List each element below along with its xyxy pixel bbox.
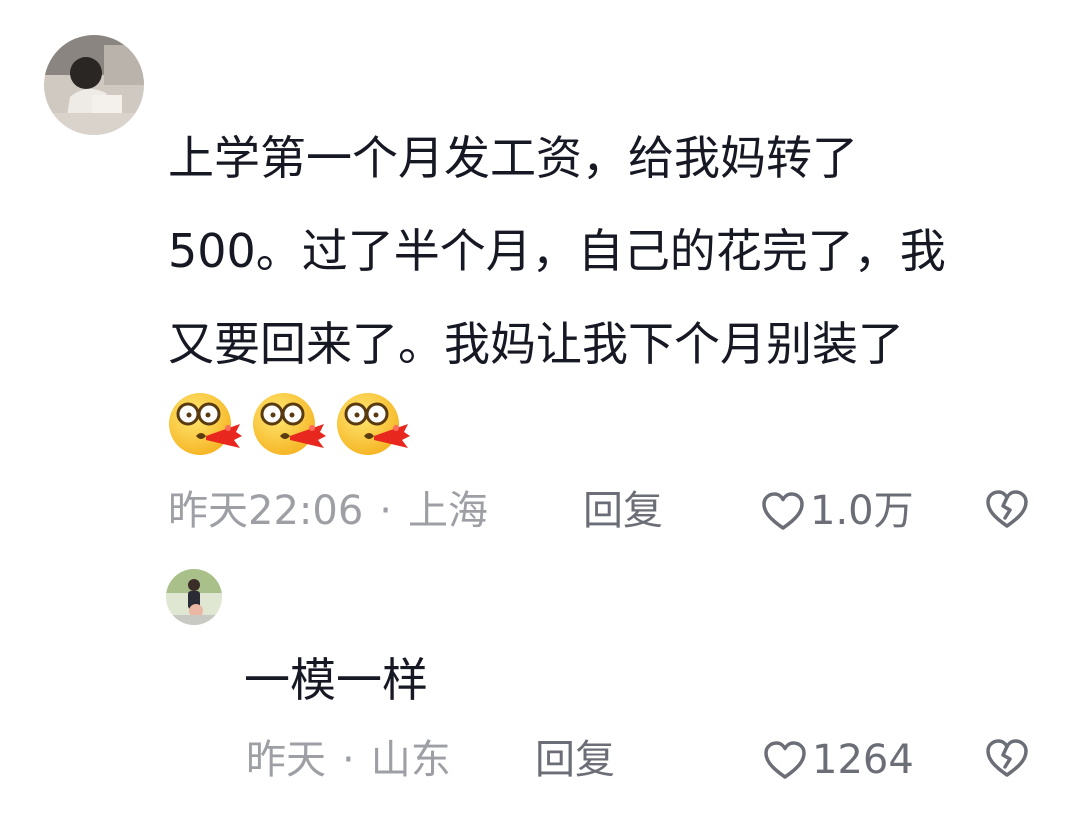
- reply-location: 山东: [370, 737, 451, 783]
- spitting-blood-emoji: [337, 393, 410, 455]
- reply-time: 昨天: [246, 737, 326, 783]
- spitting-blood-emoji: [169, 393, 242, 455]
- broken-heart-icon: [984, 737, 1030, 779]
- reply-dislike-button[interactable]: [984, 737, 1030, 779]
- emoji-row: [166, 388, 410, 458]
- commenter-avatar[interactable]: [44, 35, 144, 135]
- comment-thread: 上学第一个月发工资，给我妈转了 500。过了半个月，自己的花完了，我 又要回来了…: [0, 0, 1080, 817]
- heart-outline-icon: [762, 739, 808, 781]
- like-button[interactable]: 1.0万: [760, 487, 914, 535]
- reply-like-count: 1264: [812, 737, 914, 783]
- reply-reply-button[interactable]: 回复: [535, 736, 615, 784]
- comment-text: 上学第一个月发工资，给我妈转了 500。过了半个月，自己的花完了，我 又要回来了…: [168, 131, 946, 371]
- meta-separator: ·: [379, 488, 392, 534]
- dislike-button[interactable]: [984, 488, 1030, 530]
- replier-avatar[interactable]: [166, 569, 222, 625]
- reply-like-button[interactable]: 1264: [762, 736, 914, 784]
- heart-outline-icon: [760, 490, 806, 532]
- comment-meta: 昨天22:06 · 上海: [168, 487, 488, 535]
- comment-location: 上海: [408, 488, 488, 534]
- spitting-blood-emoji: [253, 393, 326, 455]
- comment-time: 昨天22:06: [168, 488, 364, 534]
- reply-text: 一模一样: [244, 653, 428, 707]
- reply-meta: 昨天 · 山东: [246, 736, 451, 784]
- reply-button[interactable]: 回复: [583, 487, 663, 535]
- like-count: 1.0万: [810, 488, 914, 534]
- meta-separator: ·: [342, 737, 355, 783]
- broken-heart-icon: [984, 488, 1030, 530]
